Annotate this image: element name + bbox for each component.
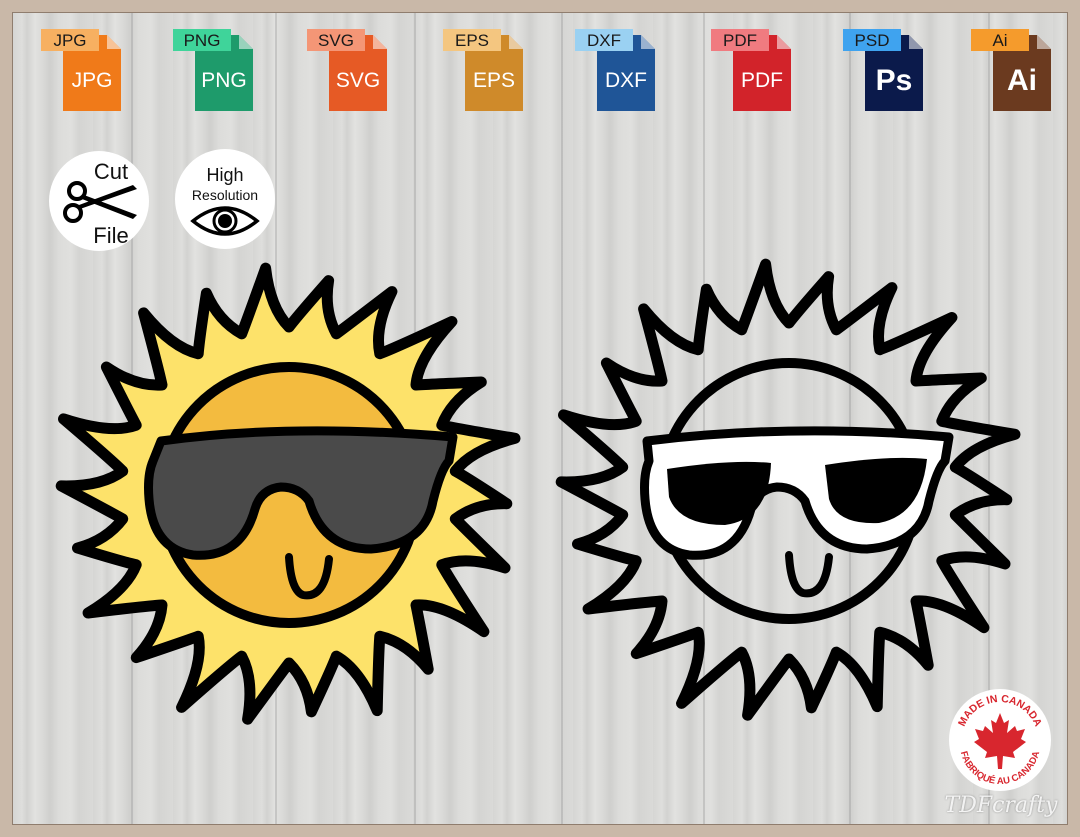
made-in-canada-seal: MADE IN CANADA FABRIQUÉ AU CANADA bbox=[949, 689, 1051, 791]
format-tab-label: PSD bbox=[854, 31, 890, 50]
format-body-label: DXF bbox=[605, 69, 647, 92]
format-icon-ai: Ai Ai bbox=[971, 27, 1051, 111]
outline-sun-illustration bbox=[555, 258, 1021, 721]
format-tab-label: Ai bbox=[992, 31, 1008, 50]
format-icon-psd: PSD Ps bbox=[843, 27, 923, 111]
format-body-label: Ps bbox=[875, 64, 913, 97]
format-icon-dxf: DXF DXF bbox=[575, 27, 655, 111]
artwork-frame: JPG JPG PNG PNG SVG SVG EPS EPS DXF DXF PDF PDF PSD P… bbox=[12, 12, 1068, 825]
smile-outline bbox=[785, 551, 833, 598]
eye-icon bbox=[190, 206, 260, 236]
format-tab-label: PNG bbox=[183, 31, 221, 50]
format-icon-eps: EPS EPS bbox=[443, 27, 523, 111]
format-body-label: Ai bbox=[1007, 64, 1037, 97]
format-body-label: PNG bbox=[201, 69, 247, 92]
format-tab-label: EPS bbox=[454, 31, 490, 50]
format-body-label: EPS bbox=[472, 69, 516, 92]
brand-watermark: TDFcrafty bbox=[944, 793, 1058, 818]
scissors-icon bbox=[63, 181, 137, 223]
format-body-label: JPG bbox=[71, 69, 113, 92]
high-resolution-bottom-text: Resolution bbox=[191, 187, 259, 203]
format-body-label: PDF bbox=[741, 69, 783, 92]
format-icon-jpg: JPG JPG bbox=[41, 27, 121, 111]
high-resolution-top-text: High bbox=[206, 165, 244, 185]
format-icon-pdf: PDF PDF bbox=[711, 27, 791, 111]
high-resolution-badge: High Resolution bbox=[175, 149, 275, 249]
format-tab-label: DXF bbox=[587, 31, 621, 50]
cut-file-badge: Cut File bbox=[49, 151, 149, 251]
format-icon-svg: SVG SVG bbox=[307, 27, 387, 111]
format-tab-label: JPG bbox=[53, 31, 87, 50]
colored-sun-illustration bbox=[55, 262, 521, 725]
format-tab-label: SVG bbox=[318, 31, 354, 50]
format-icon-png: PNG PNG bbox=[173, 27, 253, 111]
cut-file-bottom-text: File bbox=[93, 223, 129, 248]
format-tab-label: PDF bbox=[723, 31, 757, 50]
format-body-label: SVG bbox=[335, 69, 381, 92]
